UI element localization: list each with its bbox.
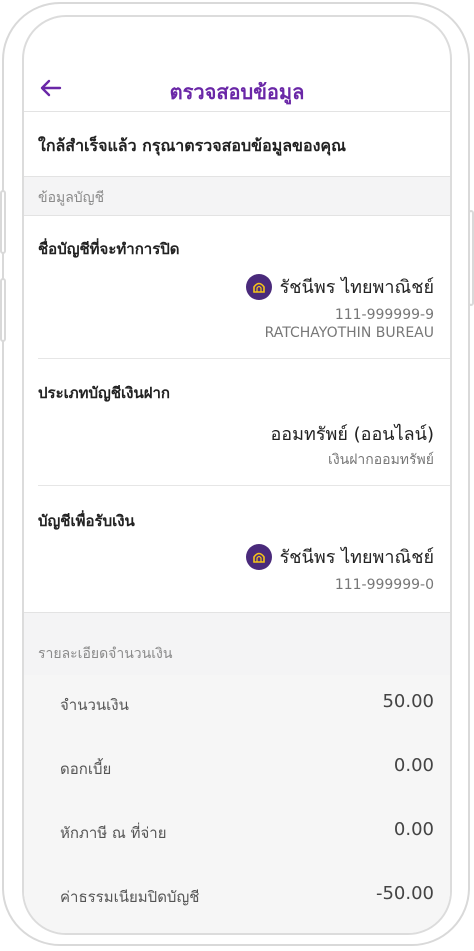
scb-bank-logo-icon [245,543,272,570]
screen: ตรวจสอบข้อมูล ใกล้สำเร็จแล้ว กรุณาตรวจสอ… [24,17,450,933]
account-type-label: ประเภทบัญชีเงินฝาก [38,384,171,402]
account-type-subtype: เงินฝากออมทรัพย์ [328,452,434,468]
phone-screen-bezel: ตรวจสอบข้อมูล ใกล้สำเร็จแล้ว กรุณาตรวจสอ… [22,15,452,935]
interest-label: ดอกเบี้ย [60,760,112,778]
receive-account-label: บัญชีเพื่อรับเงิน [38,512,135,530]
account-section-header: ข้อมูลบัญชี [24,176,450,216]
amount-row: จำนวนเงิน 50.00 [24,689,450,719]
receive-account-name: รัชนีพร ไทยพาณิชย์ [279,547,434,568]
phone-side-button-upper [0,190,6,254]
interest-value: 0.00 [393,755,434,776]
close-account-name: รัชนีพร ไทยพาณิชย์ [279,277,434,298]
divider [38,485,450,486]
instruction-text: ใกล้สำเร็จแล้ว กรุณาตรวจสอบข้อมูลของคุณ [38,136,346,155]
closing-fee-row: ค่าธรรมเนียมปิดบัญชี -50.00 [24,881,450,911]
closing-fee-value: -50.00 [375,883,434,904]
close-account-label: ชื่อบัญชีที่จะทำการปิด [38,240,180,258]
amount-section-title: รายละเอียดจำนวนเงิน [38,646,173,662]
withholding-tax-row: หักภาษี ณ ที่จ่าย 0.00 [24,817,450,847]
amount-label: จำนวนเงิน [60,696,129,714]
phone-side-button-lower [0,278,6,342]
amount-section-header: รายละเอียดจำนวนเงิน [24,612,450,676]
header-bar: ตรวจสอบข้อมูล [24,67,450,112]
withholding-tax-value: 0.00 [393,819,434,840]
close-account-name-row: รัชนีพร ไทยพาณิชย์ [245,272,434,301]
account-section-title: ข้อมูลบัญชี [38,190,105,206]
close-account-branch: RATCHAYOTHIN BUREAU [264,325,434,341]
interest-row: ดอกเบี้ย 0.00 [24,753,450,783]
amount-value: 50.00 [382,691,434,712]
withholding-tax-label: หักภาษี ณ ที่จ่าย [60,824,167,842]
receive-account-name-row: รัชนีพร ไทยพาณิชย์ [245,542,434,571]
page-title: ตรวจสอบข้อมูล [169,80,305,104]
scb-bank-logo-icon [245,273,272,300]
closing-fee-label: ค่าธรรมเนียมปิดบัญชี [60,888,200,906]
receive-account-number: 111-999999-0 [334,577,434,593]
close-account-number: 111-999999-9 [334,307,434,323]
phone-power-button [468,210,474,306]
divider [38,358,450,359]
amount-details: จำนวนเงิน 50.00 ดอกเบี้ย 0.00 หักภาษี ณ … [24,675,450,933]
account-type-value: ออมทรัพย์ (ออนไลน์) [270,424,434,445]
